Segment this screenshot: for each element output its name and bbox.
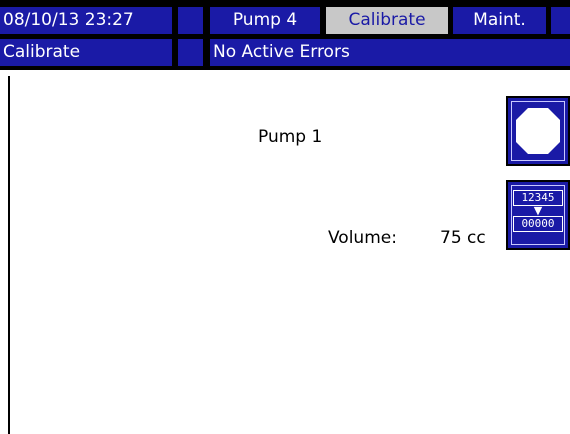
status-indicator (178, 39, 203, 66)
reset-counter-button[interactable]: 12345 ▼ 00000 (506, 180, 570, 250)
screen-name: Calibrate (0, 39, 172, 66)
tab-pump[interactable]: Pump 4 (210, 7, 320, 34)
down-arrow-icon: ▼ (533, 204, 543, 217)
counter-bottom: 00000 (513, 216, 563, 232)
pump-label: Pump 1 (258, 127, 323, 147)
nav-right-arrow[interactable] (551, 7, 570, 34)
volume-label: Volume: (328, 228, 397, 248)
stop-icon (516, 108, 560, 154)
nav-left-arrow[interactable] (178, 7, 203, 34)
tab-maint[interactable]: Maint. (453, 7, 546, 34)
datetime-display: 08/10/13 23:27 (0, 7, 172, 34)
reset-counter-icon: 12345 ▼ 00000 (513, 190, 563, 232)
volume-value: 75 cc (440, 228, 486, 248)
error-status: No Active Errors (210, 39, 570, 66)
tab-calibrate[interactable]: Calibrate (326, 7, 448, 34)
stop-button[interactable] (506, 96, 570, 166)
